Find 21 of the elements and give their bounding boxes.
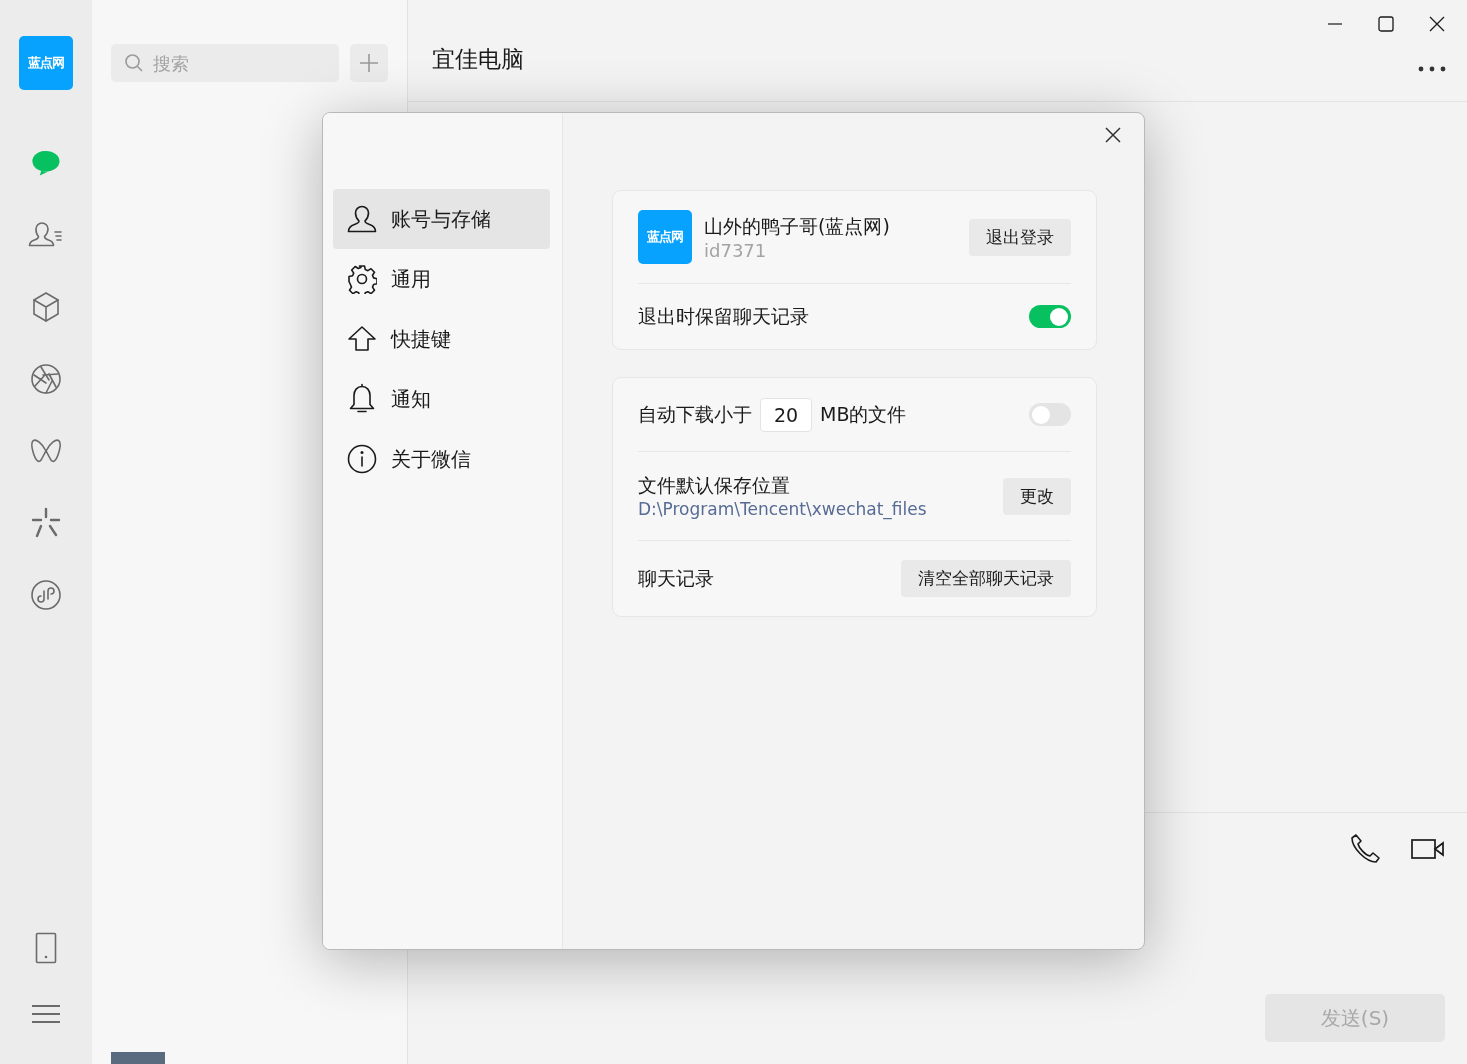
- clear-history-button[interactable]: 清空全部聊天记录: [901, 560, 1071, 597]
- setting-label: MB的文件: [820, 401, 907, 427]
- settings-menu-item[interactable]: 通知: [333, 369, 550, 429]
- app-logo: 蓝点网: [19, 36, 73, 90]
- settings-menu-item[interactable]: 快捷键: [333, 309, 550, 369]
- setting-label: 自动下载小于: [638, 401, 752, 427]
- settings-menu-item[interactable]: 通用: [333, 249, 550, 309]
- change-button[interactable]: 更改: [1003, 477, 1071, 515]
- setting-label: 文件默认保存位置: [638, 473, 791, 498]
- settings-menu-item[interactable]: 关于微信: [333, 429, 550, 489]
- setting-label: 聊天记录: [638, 565, 714, 591]
- logout-button[interactable]: 退出登录: [969, 218, 1071, 256]
- chat-title: 宜佳电脑: [432, 45, 524, 74]
- settings-menu-item[interactable]: 账号与存储: [333, 189, 550, 249]
- account-name: 山外的鸭子哥(蓝点网): [704, 213, 890, 239]
- size-input-field[interactable]: 20: [760, 397, 812, 432]
- search-field[interactable]: 搜索: [111, 44, 339, 82]
- folder-path: D:\Program\Tencent\xwechat_files: [638, 499, 927, 519]
- account-id: id7371: [704, 239, 768, 261]
- account-avatar: 蓝点网: [638, 210, 692, 264]
- setting-label: 退出时保留聊天记录: [638, 303, 809, 329]
